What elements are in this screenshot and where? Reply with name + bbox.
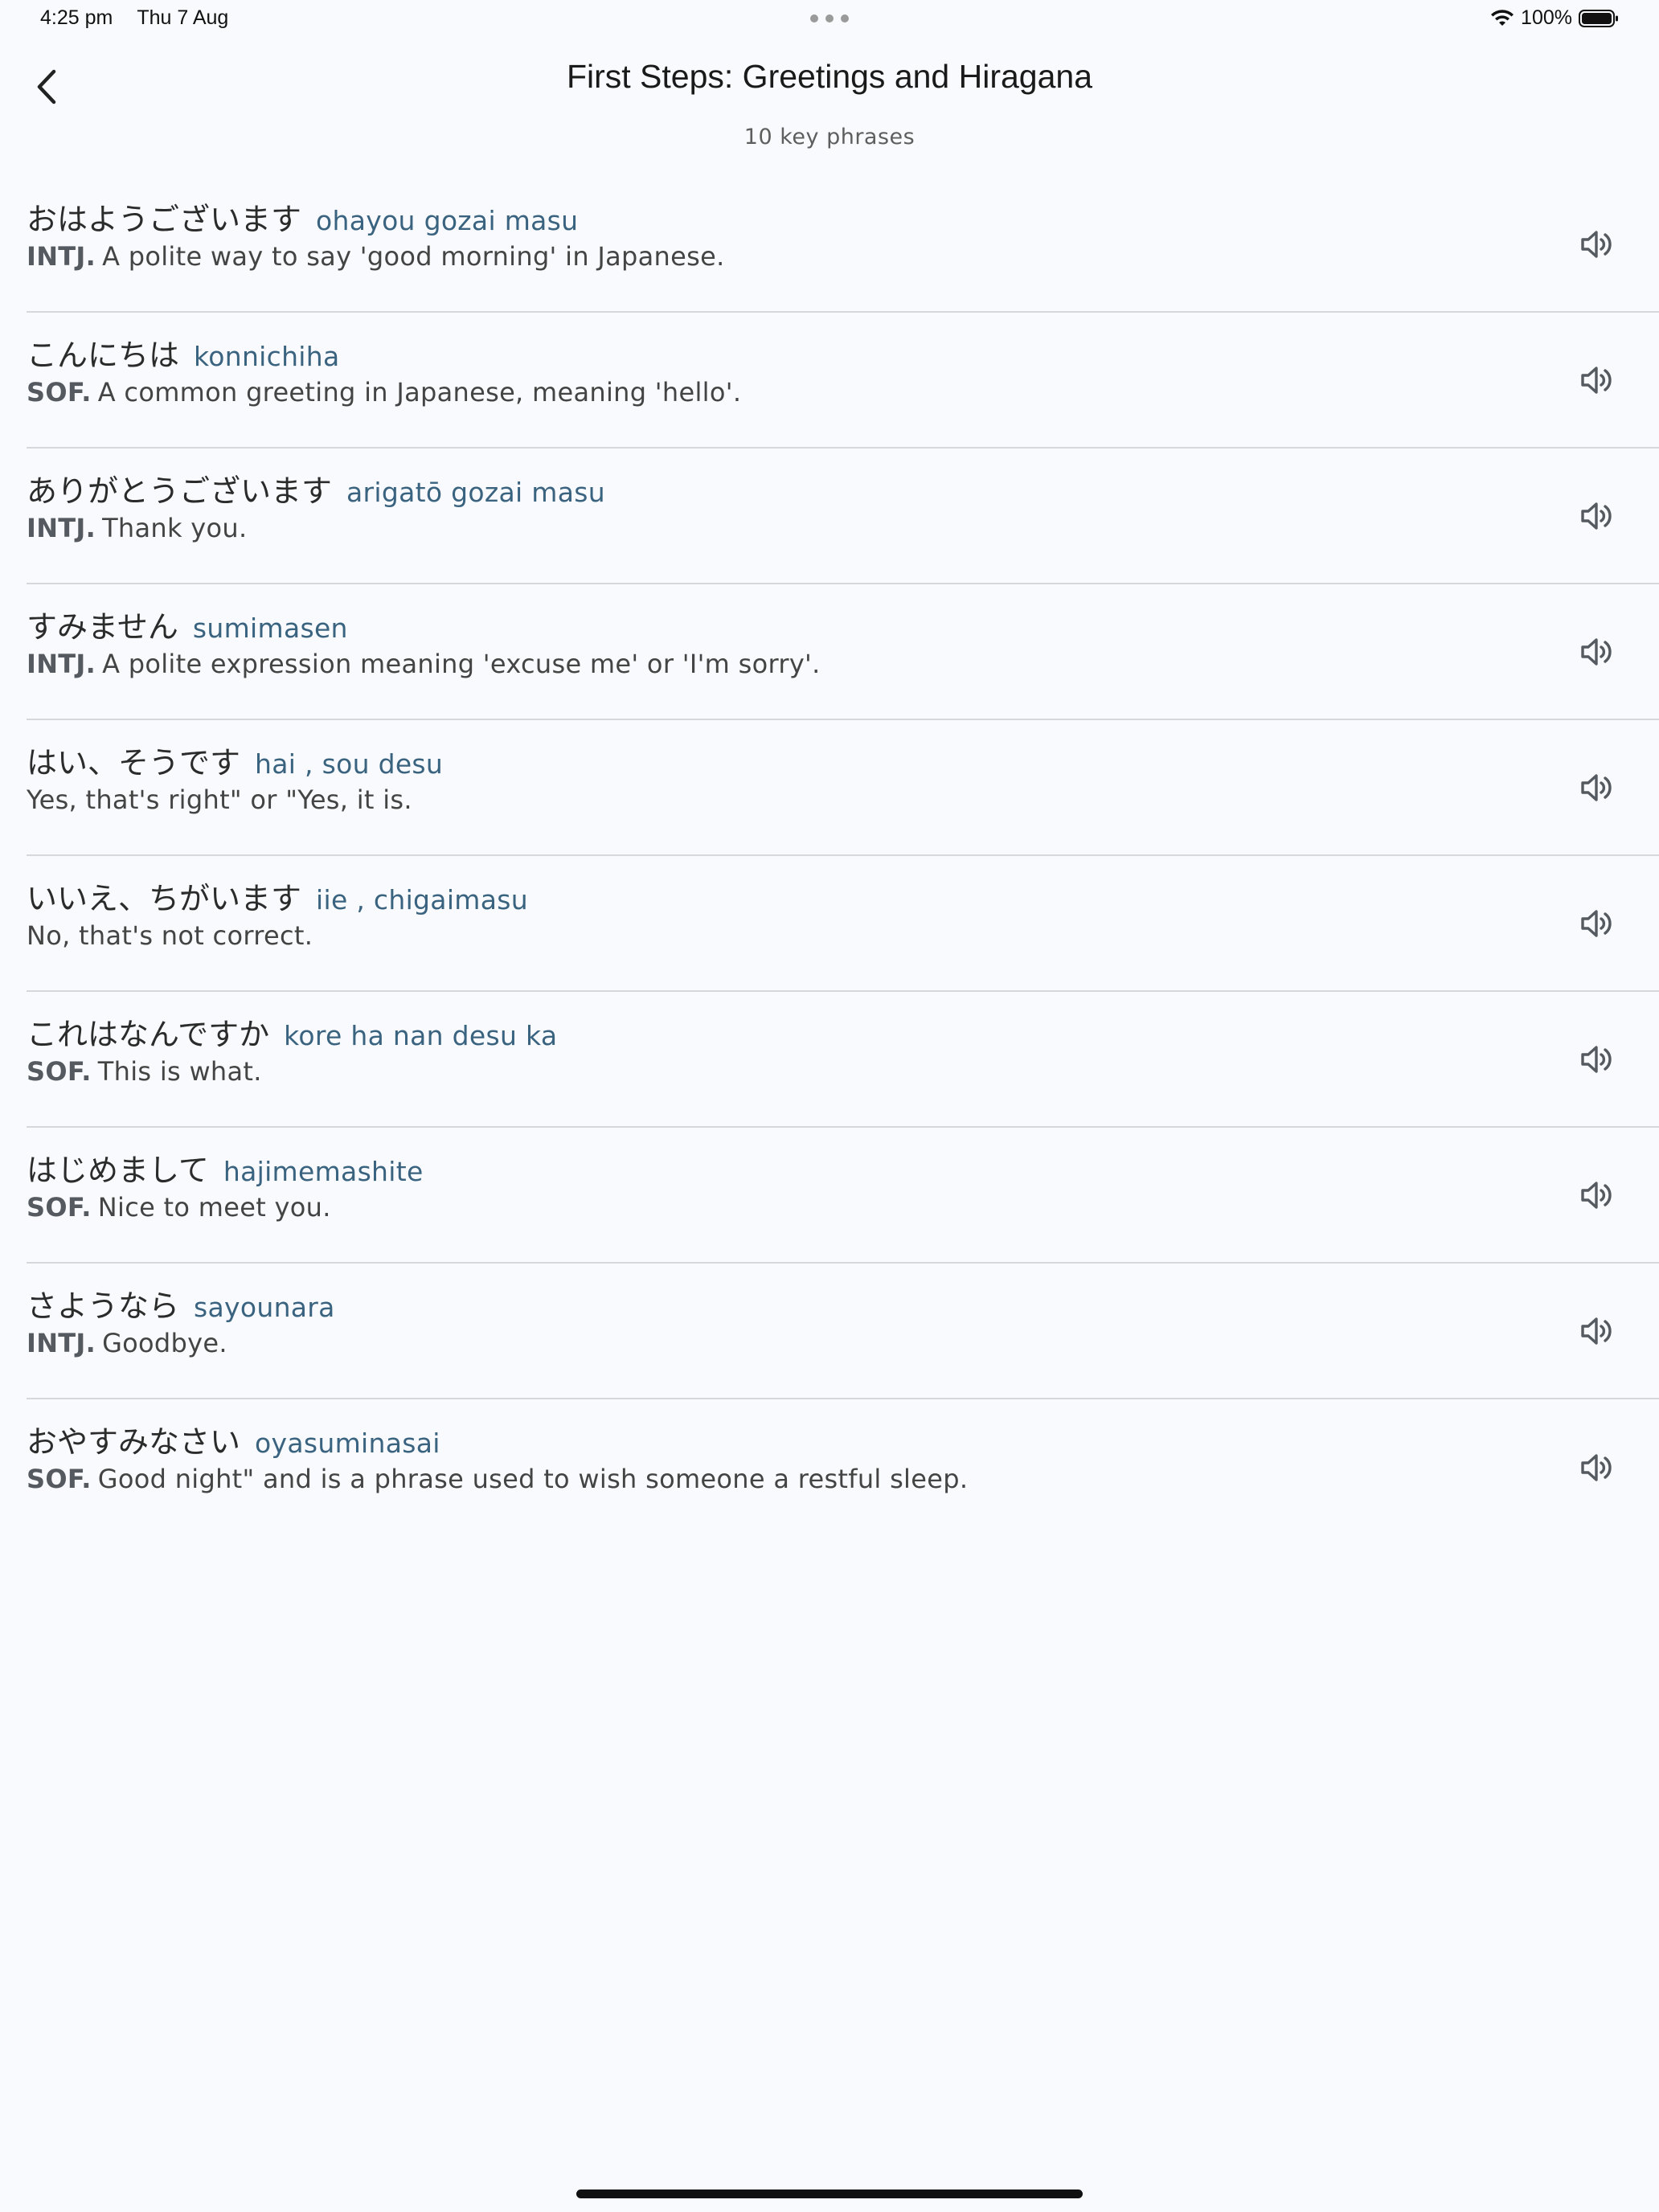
status-indicators: 100% (1490, 6, 1619, 30)
speaker-icon (1581, 637, 1612, 666)
play-audio-button[interactable] (1574, 356, 1622, 404)
phrase-romaji: arigatō gozai masu (346, 477, 605, 508)
phrase-meaning: No, that's not correct. (27, 920, 313, 951)
battery-percent: 100% (1521, 6, 1572, 29)
speaker-icon (1581, 502, 1612, 530)
list-item[interactable]: おやすみなさい oyasuminasai SOF. Good night" and … (27, 1399, 1659, 1535)
play-audio-button[interactable] (1574, 1035, 1622, 1083)
speaker-icon (1581, 1317, 1612, 1345)
phrase-japanese: おはようございます (27, 202, 302, 237)
phrase-romaji: hai , sou desu (255, 748, 444, 780)
list-item[interactable]: おはようございます ohayou gozai masu INTJ. A polite… (27, 177, 1659, 313)
phrase-meaning: A polite way to say 'good morning' in Ja… (102, 241, 725, 272)
phrase-romaji: iie , chigaimasu (316, 884, 528, 916)
page-title: First Steps: Greetings and Hiragana (566, 58, 1093, 95)
speaker-icon (1581, 773, 1612, 801)
phrase-meaning: This is what. (97, 1056, 262, 1087)
phrase-japanese: はい、そうです (27, 745, 241, 780)
play-audio-button[interactable] (1574, 1444, 1622, 1492)
phrase-romaji: hajimemashite (223, 1156, 424, 1187)
play-audio-button[interactable] (1574, 899, 1622, 948)
status-date: Thu 7 Aug (137, 6, 229, 29)
phrase-count: 10 key phrases (743, 125, 916, 150)
phrase-romaji: konnichiha (194, 341, 340, 372)
nav-header: First Steps: Greetings and Hiragana 10 k… (0, 48, 1659, 161)
part-of-speech: SOF. (27, 1464, 92, 1494)
phrase-list: おはようございます ohayou gozai masu INTJ. A polite… (27, 177, 1659, 1535)
phrase-meaning: Goodbye. (102, 1328, 227, 1358)
battery-icon (1579, 9, 1618, 27)
phrase-meaning: Thank you. (102, 513, 248, 543)
speaker-icon (1581, 909, 1612, 937)
phrase-japanese: これはなんですか (27, 1017, 270, 1052)
phrase-romaji: oyasuminasai (255, 1428, 440, 1459)
phrase-romaji: kore ha nan desu ka (284, 1020, 558, 1051)
list-item[interactable]: はじめまして hajimemashite SOF. Nice to meet you… (27, 1128, 1659, 1264)
speaker-icon (1581, 1045, 1612, 1073)
speaker-icon (1581, 1181, 1612, 1209)
status-bar: 4:25 pm Thu 7 Aug 100% (0, 0, 1659, 40)
list-item[interactable]: ありがとうございます arigatō gozai masu INTJ. Thank … (27, 449, 1659, 584)
phrase-meaning: Yes, that's right" or "Yes, it is. (27, 784, 412, 815)
play-audio-button[interactable] (1574, 628, 1622, 676)
list-item[interactable]: はい、そうです hai , sou desu Yes, that's right"… (27, 720, 1659, 856)
play-audio-button[interactable] (1574, 764, 1622, 812)
play-audio-button[interactable] (1574, 1307, 1622, 1355)
part-of-speech: INTJ. (27, 513, 96, 543)
phrase-japanese: いいえ、ちがいます (27, 881, 302, 916)
phrase-romaji: ohayou gozai masu (316, 205, 579, 236)
part-of-speech: INTJ. (27, 241, 96, 272)
phrase-meaning: Nice to meet you. (97, 1192, 331, 1223)
phrase-meaning: A polite expression meaning 'excuse me' … (102, 649, 821, 679)
phrase-meaning: A common greeting in Japanese, meaning '… (97, 377, 742, 408)
part-of-speech: INTJ. (27, 1328, 96, 1358)
speaker-icon (1581, 1453, 1612, 1481)
list-item[interactable]: こんにちは konnichiha SOF. A common greeting in… (27, 313, 1659, 449)
play-audio-button[interactable] (1574, 492, 1622, 540)
play-audio-button[interactable] (1574, 1171, 1622, 1219)
phrase-japanese: ありがとうございます (27, 473, 333, 509)
part-of-speech: SOF. (27, 377, 92, 408)
play-audio-button[interactable] (1574, 220, 1622, 268)
speaker-icon (1581, 230, 1612, 258)
wifi-icon (1491, 9, 1514, 26)
multitasking-dots-icon[interactable] (810, 14, 849, 23)
home-indicator[interactable] (576, 2189, 1083, 2198)
list-item[interactable]: さようなら sayounara INTJ. Goodbye. (27, 1264, 1659, 1399)
list-item[interactable]: いいえ、ちがいます iie , chigaimasu No, that's not… (27, 856, 1659, 992)
phrase-japanese: すみません (27, 609, 178, 645)
phrase-romaji: sayounara (194, 1292, 335, 1323)
phrase-japanese: さようなら (27, 1288, 180, 1324)
part-of-speech: SOF. (27, 1056, 92, 1087)
speaker-icon (1581, 366, 1612, 394)
phrase-romaji: sumimasen (192, 612, 348, 644)
list-item[interactable]: これはなんですか kore ha nan desu ka SOF. This is … (27, 992, 1659, 1128)
phrase-japanese: はじめまして (27, 1153, 209, 1188)
status-time-date: 4:25 pm Thu 7 Aug (40, 6, 228, 30)
part-of-speech: INTJ. (27, 649, 96, 679)
phrase-japanese: おやすみなさい (27, 1424, 241, 1460)
part-of-speech: SOF. (27, 1192, 92, 1223)
phrase-japanese: こんにちは (27, 338, 180, 373)
phrase-meaning: Good night" and is a phrase used to wish… (97, 1464, 969, 1494)
status-time: 4:25 pm (40, 6, 113, 29)
list-item[interactable]: すみません sumimasen INTJ. A polite expression … (27, 584, 1659, 720)
